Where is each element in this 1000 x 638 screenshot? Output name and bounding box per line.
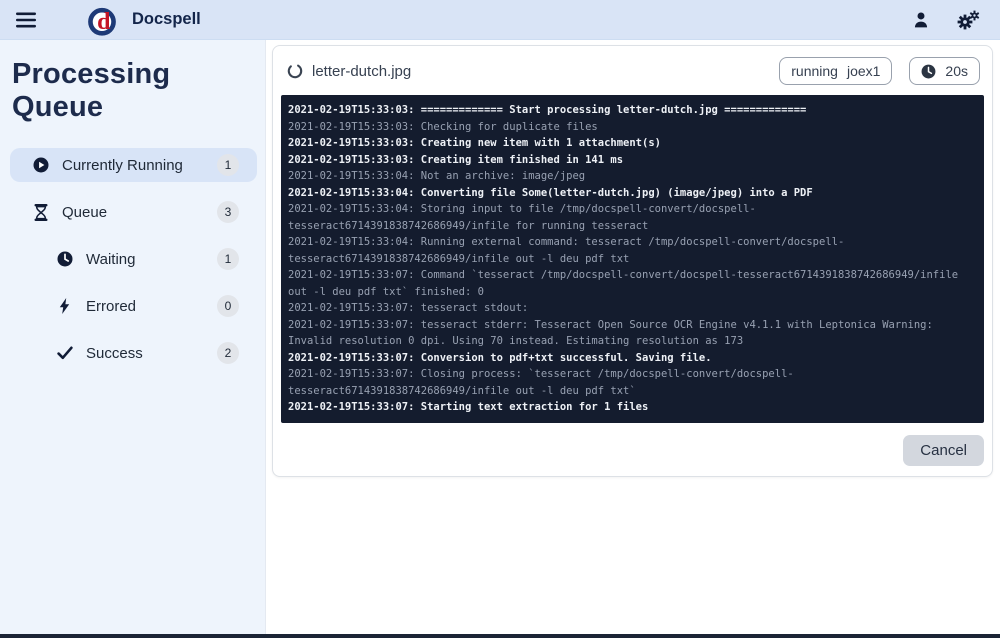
- check-icon: [56, 346, 73, 360]
- log-line: 2021-02-19T15:33:04: Running external co…: [288, 236, 845, 265]
- sidebar-item-queue[interactable]: Queue 3: [10, 195, 257, 229]
- bolt-icon: [56, 298, 73, 314]
- docspell-logo: d: [84, 1, 120, 39]
- log-line: 2021-02-19T15:33:07: tesseract stderr: T…: [288, 318, 933, 348]
- log-line: 2021-02-19T15:33:07: Conversion to pdf+t…: [288, 351, 712, 364]
- hourglass-icon: [32, 203, 49, 221]
- job-duration: 20s: [945, 63, 968, 79]
- sidebar-item-label: Success: [86, 344, 143, 362]
- sidebar-item-label: Waiting: [86, 250, 136, 268]
- log-console[interactable]: 2021-02-19T15:33:03: ============= Start…: [281, 95, 984, 423]
- sidebar-item-label: Errored: [86, 297, 137, 315]
- svg-text:d: d: [97, 8, 111, 34]
- count-badge: 1: [217, 248, 239, 270]
- settings-button[interactable]: [954, 8, 982, 32]
- sidebar-item-errored[interactable]: Errored 0: [10, 289, 257, 323]
- clock-icon: [921, 64, 936, 78]
- sidebar: Processing Queue Currently Running 1 Queue…: [0, 40, 266, 634]
- page-title: Processing Queue: [12, 58, 171, 123]
- log-line: 2021-02-19T15:33:07: Command `tesseract …: [288, 269, 959, 298]
- sidebar-item-success[interactable]: Success 2: [10, 336, 257, 370]
- bottom-bar: [0, 634, 1000, 638]
- topbar: d Docspell: [0, 0, 1000, 40]
- sidebar-item-label: Currently Running: [62, 156, 183, 174]
- log-line: 2021-02-19T15:33:03: Creating item finis…: [288, 153, 624, 166]
- count-badge: 2: [217, 342, 239, 364]
- clock-icon: [56, 251, 73, 267]
- job-duration-badge: 20s: [909, 57, 980, 85]
- job-state-badge: running joex1: [779, 57, 893, 85]
- log-line: 2021-02-19T15:33:03: Checking for duplic…: [288, 120, 598, 133]
- log-line: 2021-02-19T15:33:04: Not an archive: ima…: [288, 170, 586, 182]
- sidebar-item-label: Queue: [62, 203, 108, 221]
- log-line: 2021-02-19T15:33:04: Converting file Som…: [288, 186, 813, 199]
- person-icon: [914, 11, 928, 27]
- log-line: 2021-02-19T15:33:07: Closing process: `t…: [288, 368, 794, 397]
- count-badge: 3: [217, 201, 239, 223]
- log-line: 2021-02-19T15:33:07: tesseract stdout:: [288, 302, 529, 314]
- main-content: letter-dutch.jpg running joex1 20s 2021-…: [266, 40, 1000, 634]
- log-line: 2021-02-19T15:33:04: Storing input to fi…: [288, 203, 756, 232]
- user-account-button[interactable]: [910, 9, 932, 31]
- play-circle-icon: [32, 157, 49, 173]
- gears-icon: [957, 10, 980, 29]
- sidebar-item-currently-running[interactable]: Currently Running 1: [10, 148, 257, 182]
- spinner-icon: [287, 63, 303, 79]
- hamburger-menu-button[interactable]: [14, 10, 38, 30]
- sidebar-item-waiting[interactable]: Waiting 1: [10, 242, 257, 276]
- job-card: letter-dutch.jpg running joex1 20s 2021-…: [272, 45, 993, 477]
- job-worker: joex1: [846, 63, 881, 79]
- count-badge: 1: [217, 154, 239, 176]
- cancel-button[interactable]: Cancel: [903, 434, 984, 466]
- job-filename: letter-dutch.jpg: [312, 62, 412, 80]
- log-line: 2021-02-19T15:33:03: Creating new item w…: [288, 137, 661, 149]
- job-state: running: [791, 63, 838, 79]
- job-card-footer: Cancel: [273, 423, 992, 476]
- log-line: 2021-02-19T15:33:03: ============= Start…: [288, 104, 807, 116]
- hamburger-icon: [16, 12, 36, 27]
- log-line: 2021-02-19T15:33:07: Starting text extra…: [288, 401, 649, 413]
- count-badge: 0: [217, 295, 239, 317]
- job-card-header: letter-dutch.jpg running joex1 20s: [273, 46, 992, 95]
- queue-nav: Currently Running 1 Queue 3 Waiting 1 Errored 0…: [10, 148, 257, 370]
- brand-title: Docspell: [132, 10, 201, 28]
